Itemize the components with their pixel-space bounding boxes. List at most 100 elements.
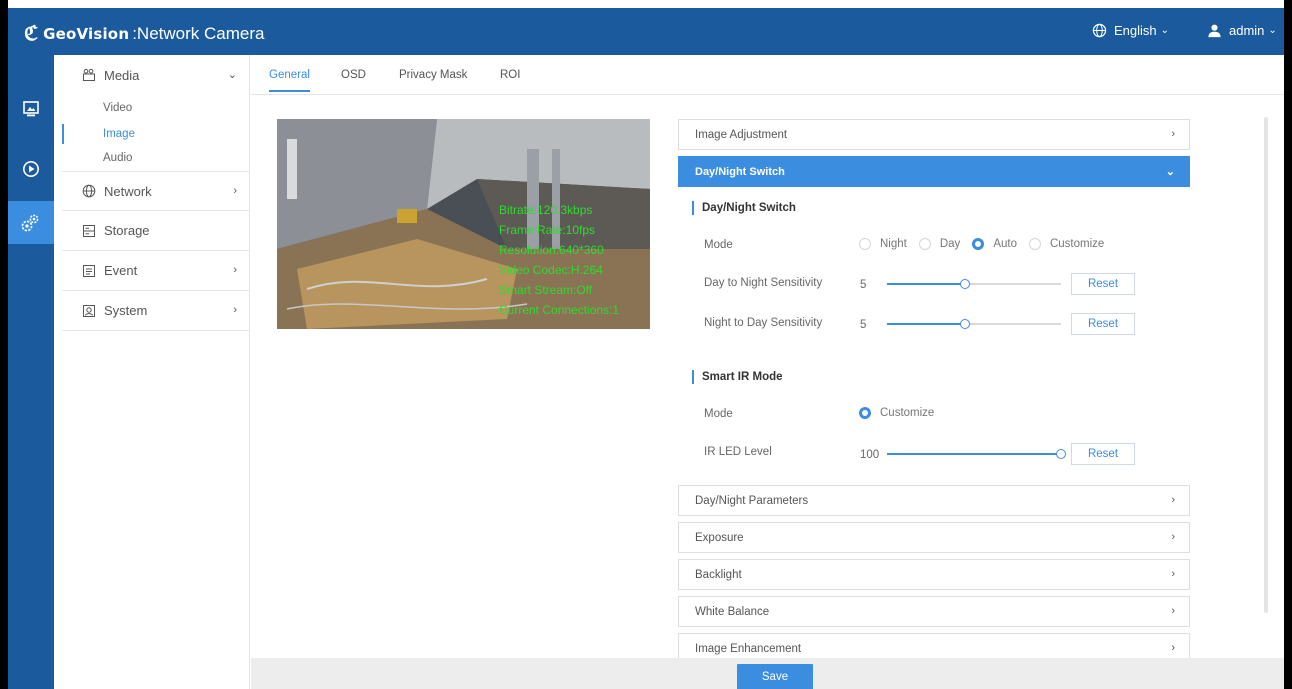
- system-icon: [83, 304, 95, 317]
- osd-frame-rate: Frame Rate:10fps: [499, 223, 596, 237]
- product-name: :Network Camera: [132, 23, 265, 43]
- user-menu[interactable]: admin ⌄: [1207, 23, 1277, 38]
- radio-customize[interactable]: [1028, 238, 1041, 250]
- radio-night-label: Night: [880, 238, 907, 250]
- radio-auto[interactable]: [972, 238, 985, 250]
- ir-led-level-slider[interactable]: [887, 448, 1066, 460]
- slider-handle[interactable]: [960, 279, 970, 289]
- main-content: General OSD Privacy Mask ROI Bitrate:120…: [251, 55, 1284, 689]
- osd-video-codec: Video Codec:H.264: [499, 263, 603, 277]
- osd-smart-stream: Smart Stream:Off: [499, 283, 593, 297]
- chevron-right-icon: ›: [233, 264, 237, 276]
- radio-day-label: Day: [939, 238, 961, 250]
- language-selector[interactable]: English ⌄: [1092, 23, 1169, 38]
- section-title-smart-ir: Smart IR Mode: [692, 370, 783, 384]
- accordion-day-night-switch[interactable]: Day/Night Switch ⌄: [678, 156, 1190, 187]
- accordion-label: Day/Night Parameters: [695, 494, 809, 507]
- slider-handle[interactable]: [1056, 449, 1066, 459]
- accordion-exposure[interactable]: Exposure ›: [678, 522, 1190, 553]
- accordion-label: Backlight: [695, 568, 742, 581]
- mode-label: Mode: [704, 239, 733, 251]
- settings-nav[interactable]: [8, 201, 54, 244]
- accordion-label: Image Adjustment: [695, 128, 788, 141]
- tab-general[interactable]: General: [269, 69, 310, 92]
- tab-privacy-mask[interactable]: Privacy Mask: [399, 69, 467, 90]
- globe-icon: [82, 184, 96, 198]
- ir-mode-label: Mode: [704, 408, 733, 420]
- settings-menu: Media ⌄ Video Image Audio Network › Stor…: [62, 55, 250, 689]
- menu-network[interactable]: Network ›: [62, 171, 249, 211]
- accordion-label: White Balance: [695, 605, 770, 618]
- n2d-sensitivity-label: Night to Day Sensitivity: [704, 317, 823, 329]
- accordion-day-night-parameters[interactable]: Day/Night Parameters ›: [678, 485, 1190, 516]
- monitor-icon: [23, 100, 39, 116]
- radio-ir-customize[interactable]: [859, 407, 871, 419]
- radio-day[interactable]: [918, 238, 931, 250]
- menu-event-label: Event: [104, 263, 138, 278]
- tab-roi[interactable]: ROI: [500, 69, 520, 90]
- live-view-nav[interactable]: [8, 87, 54, 130]
- menu-system[interactable]: System ›: [62, 291, 249, 331]
- slider-handle[interactable]: [960, 319, 970, 329]
- submenu-image[interactable]: Image: [62, 121, 249, 147]
- brand-logo: ℭ GeoVision :Network Camera: [24, 21, 264, 46]
- radio-ir-customize-label: Customize: [880, 407, 935, 419]
- window-border-left: [0, 0, 8, 689]
- menu-storage-label: Storage: [104, 223, 150, 238]
- live-preview[interactable]: Bitrate:120.3kbps Frame Rate:10fps Resol…: [277, 119, 650, 329]
- chevron-right-icon: ›: [1171, 531, 1175, 543]
- tab-bar: General OSD Privacy Mask ROI: [251, 55, 1284, 95]
- radio-night[interactable]: [859, 238, 871, 250]
- accordion-label: Image Enhancement: [695, 642, 802, 655]
- submenu-audio[interactable]: Audio: [62, 147, 249, 171]
- accordion-image-adjustment[interactable]: Image Adjustment ›: [678, 119, 1190, 150]
- menu-network-label: Network: [104, 183, 152, 199]
- chevron-right-icon: ›: [233, 185, 237, 197]
- top-bar: ℭ GeoVision :Network Camera English ⌄ ad…: [8, 8, 1284, 55]
- section-title-day-night: Day/Night Switch: [692, 201, 796, 215]
- submenu-video[interactable]: Video: [62, 95, 249, 121]
- accordion-label: Day/Night Switch: [695, 165, 785, 178]
- vertical-scrollbar[interactable]: [1264, 117, 1268, 613]
- save-button[interactable]: Save: [737, 664, 813, 689]
- chevron-right-icon: ›: [233, 304, 237, 316]
- icon-sidebar: [8, 55, 54, 689]
- user-icon: [1208, 24, 1221, 38]
- chevron-down-icon: ⌄: [227, 69, 237, 81]
- ir-led-level-label: IR LED Level: [704, 446, 772, 458]
- accordion-white-balance[interactable]: White Balance ›: [678, 596, 1190, 627]
- geovision-logo-icon: ℭ: [24, 23, 39, 45]
- menu-storage[interactable]: Storage: [62, 211, 249, 251]
- n2d-reset-button[interactable]: Reset: [1071, 313, 1135, 335]
- chevron-down-icon: ⌄: [1268, 25, 1277, 36]
- d2n-reset-button[interactable]: Reset: [1071, 273, 1135, 295]
- chevron-right-icon: ›: [1171, 128, 1175, 140]
- language-label: English: [1114, 23, 1157, 38]
- osd-bitrate: Bitrate:120.3kbps: [499, 203, 593, 217]
- event-icon: [83, 264, 95, 277]
- d2n-sensitivity-slider[interactable]: [887, 278, 1061, 290]
- chevron-right-icon: ›: [1171, 494, 1175, 506]
- n2d-sensitivity-slider[interactable]: [887, 318, 1061, 330]
- ir-led-level-value: 100: [860, 449, 880, 461]
- osd-resolution: Resolution:640*360: [499, 243, 604, 257]
- menu-media[interactable]: Media ⌄: [62, 55, 249, 95]
- brand-name: GeoVision: [43, 24, 130, 43]
- playback-nav[interactable]: [8, 147, 54, 190]
- menu-system-label: System: [104, 303, 148, 318]
- media-submenu: Video Image Audio: [62, 95, 249, 171]
- tab-osd[interactable]: OSD: [341, 69, 366, 90]
- settings-gears-icon: [21, 214, 39, 231]
- chevron-down-icon: ⌄: [1160, 25, 1170, 36]
- menu-event[interactable]: Event ›: [62, 251, 249, 291]
- ir-led-reset-button[interactable]: Reset: [1071, 443, 1135, 465]
- username-label: admin: [1229, 23, 1265, 38]
- mode-radio-group: Night Day Auto Customize: [859, 238, 1116, 250]
- radio-auto-label: Auto: [993, 238, 1017, 250]
- chevron-right-icon: ›: [1171, 642, 1175, 654]
- chevron-right-icon: ›: [1171, 605, 1175, 617]
- accordion-backlight[interactable]: Backlight ›: [678, 559, 1190, 590]
- radio-customize-label: Customize: [1049, 238, 1105, 250]
- d2n-sensitivity-value: 5: [860, 279, 867, 291]
- window-border-right: [1284, 0, 1292, 689]
